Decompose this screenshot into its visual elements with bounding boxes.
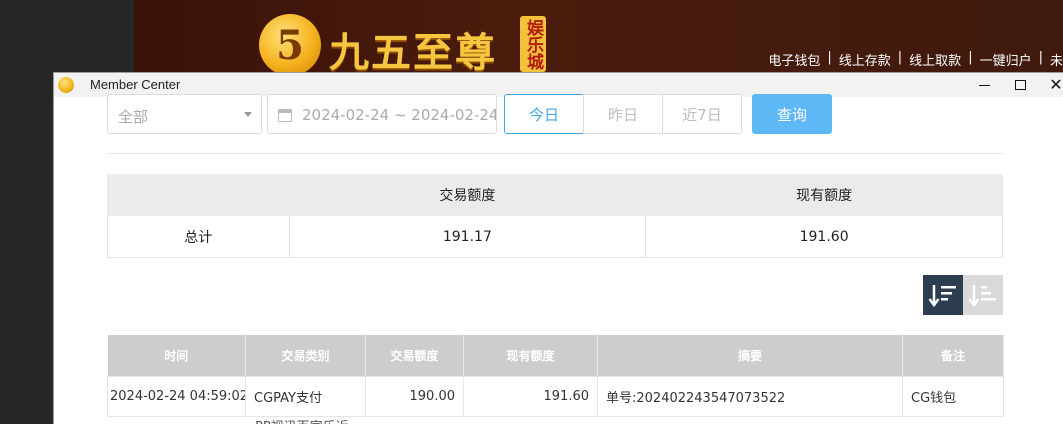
chevron-down-icon: [244, 112, 252, 117]
col-trade-amount: 交易额度: [365, 335, 464, 376]
yesterday-button[interactable]: 昨日: [583, 94, 663, 134]
transaction-type-value: 全部: [118, 108, 149, 126]
divider: [107, 153, 1003, 154]
date-range-input[interactable]: 2024-02-24 ~ 2024-02-24: [267, 94, 497, 134]
summary-trade-total: 191.17: [288, 215, 647, 258]
summary-row-label: 总计: [107, 215, 290, 258]
nav-e-wallet[interactable]: 电子钱包: [768, 50, 820, 69]
maximize-button[interactable]: [1002, 73, 1038, 97]
col-remark: 备注: [902, 335, 1004, 376]
minimize-button[interactable]: [966, 73, 1002, 97]
row-remark: CG钱包: [902, 375, 1004, 417]
nav-online-withdraw[interactable]: 线上取款: [909, 50, 961, 69]
row-balance: 191.60: [463, 375, 598, 417]
last-7-days-button[interactable]: 近7日: [662, 94, 742, 134]
next-row-partial-text: PP视讯百家乐近: [255, 416, 349, 424]
calendar-icon: [278, 109, 292, 122]
col-type: 交易类别: [245, 335, 366, 376]
window-title: Member Center: [90, 77, 181, 92]
summary-balance-total: 191.60: [645, 215, 1003, 258]
transaction-type-select[interactable]: 全部: [107, 94, 262, 134]
summary-table: 交易额度 现有额度 总计 191.17 191.60: [107, 174, 1003, 258]
col-summary: 摘要: [597, 335, 903, 376]
col-balance: 现有额度: [463, 335, 598, 376]
site-logo-icon: 5: [259, 14, 321, 72]
row-trade-amount: 190.00: [365, 375, 464, 417]
close-button[interactable]: ✕: [1038, 73, 1063, 97]
table-row: 2024-02-24 04:59:02 CGPAY支付 190.00 191.6…: [107, 375, 1004, 417]
row-type: CGPAY支付: [245, 375, 366, 417]
today-button[interactable]: 今日: [504, 94, 584, 134]
summary-header-trade: 交易额度: [288, 174, 647, 216]
maximize-icon: [1014, 80, 1026, 90]
site-logo-text: 九五至尊: [329, 29, 497, 72]
sort-ascending-button[interactable]: [963, 275, 1003, 315]
row-time: 2024-02-24 04:59:02: [107, 375, 246, 417]
minimize-icon: [978, 84, 990, 86]
row-summary: 单号:202402243547073522: [597, 375, 903, 417]
col-time: 时间: [107, 335, 246, 376]
nav-one-click-transfer[interactable]: 一键归户: [980, 50, 1032, 69]
transaction-table: 时间 交易类别 交易额度 现有额度 摘要 备注 2024-02-24 04:59…: [107, 335, 1004, 417]
top-nav: 电子钱包 | 线上存款 | 线上取款 | 一键归户 | 未: [768, 50, 1063, 69]
sort-descending-button[interactable]: [923, 275, 963, 315]
summary-header-balance: 现有额度: [645, 174, 1003, 216]
sort-descending-icon: [928, 285, 956, 308]
summary-header-blank: [107, 174, 290, 216]
date-range-value: 2024-02-24 ~ 2024-02-24: [302, 106, 497, 124]
app-icon: [58, 77, 74, 93]
query-button[interactable]: 查询: [752, 94, 832, 134]
nav-more[interactable]: 未: [1050, 50, 1063, 69]
site-logo-tag: 娱乐城: [520, 16, 546, 72]
nav-online-deposit[interactable]: 线上存款: [839, 50, 891, 69]
close-icon: ✕: [1049, 75, 1063, 94]
site-header: 5 九五至尊 娱乐城 电子钱包 | 线上存款 | 线上取款 | 一键归户 | 未: [134, 0, 1063, 72]
sort-ascending-icon: [968, 285, 996, 308]
